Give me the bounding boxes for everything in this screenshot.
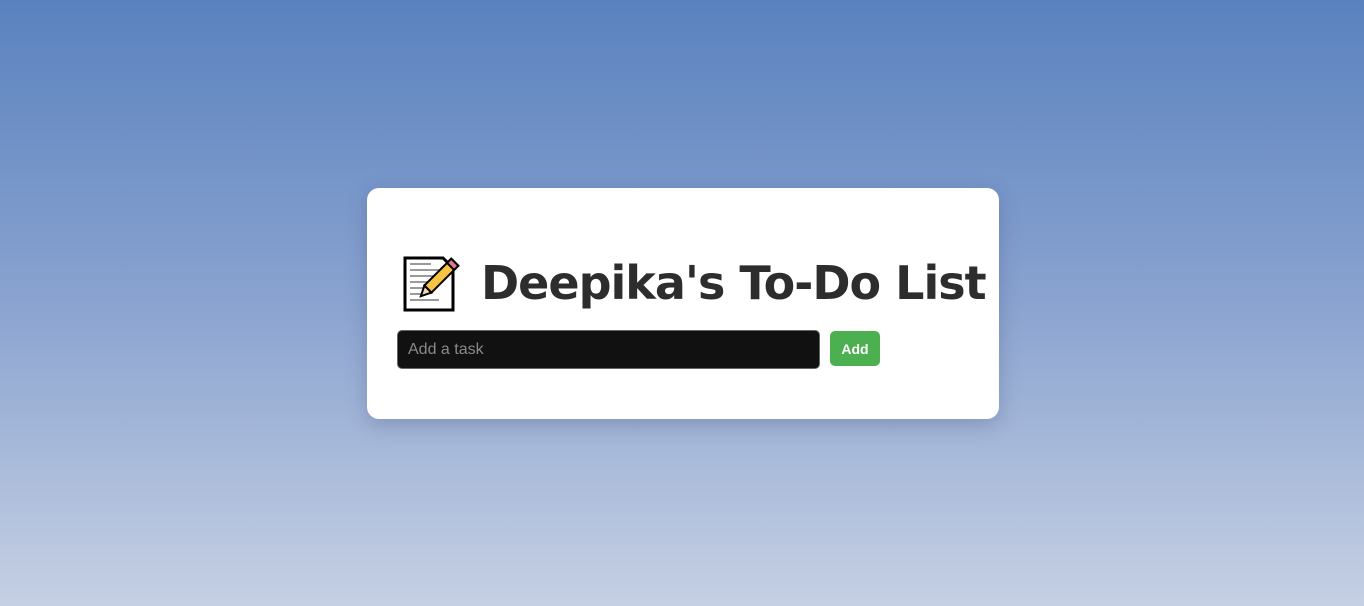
memo-icon <box>399 252 461 314</box>
title-text: Deepika's To-Do List <box>481 256 987 310</box>
add-task-button[interactable]: Add <box>830 331 880 366</box>
task-input[interactable] <box>397 330 820 369</box>
page-title: Deepika's To-Do List <box>399 252 987 314</box>
todo-card: Deepika's To-Do List Add <box>367 188 999 419</box>
